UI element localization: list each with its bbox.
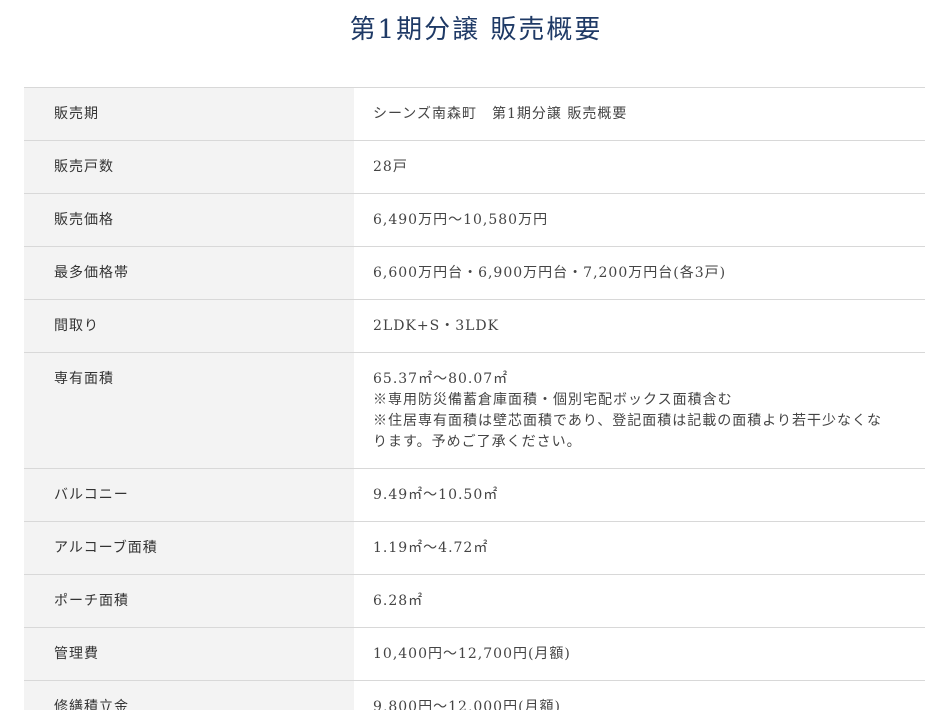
- row-label-porch-area: ポーチ面積: [24, 574, 354, 628]
- row-label-repair-reserve: 修繕積立金: [24, 680, 354, 710]
- row-value-management-fee: 10,400円〜12,700円(月額): [354, 627, 925, 681]
- row-value-balcony: 9.49㎡〜10.50㎡: [354, 468, 925, 522]
- row-value-porch-area: 6.28㎡: [354, 574, 925, 628]
- value-line: シーンズ南森町 第1期分譲 販売概要: [373, 106, 628, 122]
- table-row: 最多価格帯 6,600万円台・6,900万円台・7,200万円台(各3戸): [24, 246, 925, 300]
- row-value-floor-plan: 2LDK+S・3LDK: [354, 299, 925, 353]
- row-label-floor-area: 専有面積: [24, 352, 354, 469]
- row-label-price: 販売価格: [24, 193, 354, 247]
- row-label-sales-period: 販売期: [24, 87, 354, 141]
- row-value-repair-reserve: 9,800円〜12,000円(月額): [354, 680, 925, 710]
- value-line: 6,600万円台・6,900万円台・7,200万円台(各3戸): [373, 265, 727, 281]
- row-value-floor-area: 65.37㎡〜80.07㎡ ※専用防災備蓄倉庫面積・個別宅配ボックス面積含む ※…: [354, 352, 925, 469]
- row-value-unit-count: 28戸: [354, 140, 925, 194]
- value-line: 2LDK+S・3LDK: [373, 318, 500, 334]
- row-value-most-common-price: 6,600万円台・6,900万円台・7,200万円台(各3戸): [354, 246, 925, 300]
- row-label-most-common-price: 最多価格帯: [24, 246, 354, 300]
- row-value-alcove-area: 1.19㎡〜4.72㎡: [354, 521, 925, 575]
- page-title: 第1期分譲 販売概要: [349, 15, 603, 45]
- row-label-management-fee: 管理費: [24, 627, 354, 681]
- value-line: 28戸: [373, 159, 408, 175]
- row-value-price: 6,490万円〜10,580万円: [354, 193, 925, 247]
- table-row: 管理費 10,400円〜12,700円(月額): [24, 627, 925, 681]
- value-line: 9,800円〜12,000円(月額): [373, 699, 561, 710]
- table-row: 販売価格 6,490万円〜10,580万円: [24, 193, 925, 247]
- value-note: ※住居専有面積は壁芯面積であり、登記面積は記載の面積より若干少なくなります。予め…: [373, 413, 883, 450]
- table-row: 販売期 シーンズ南森町 第1期分譲 販売概要: [24, 87, 925, 141]
- row-value-sales-period: シーンズ南森町 第1期分譲 販売概要: [354, 87, 925, 141]
- table-row: ポーチ面積 6.28㎡: [24, 574, 925, 628]
- value-line: 6,490万円〜10,580万円: [373, 212, 549, 228]
- value-line: 10,400円〜12,700円(月額): [373, 646, 571, 662]
- value-line: 65.37㎡〜80.07㎡: [373, 371, 509, 387]
- value-line: 6.28㎡: [373, 593, 424, 609]
- row-label-unit-count: 販売戸数: [24, 140, 354, 194]
- value-line: 9.49㎡〜10.50㎡: [373, 487, 499, 503]
- row-label-floor-plan: 間取り: [24, 299, 354, 353]
- row-label-balcony: バルコニー: [24, 468, 354, 522]
- value-line: 1.19㎡〜4.72㎡: [373, 540, 489, 556]
- table-row: 間取り 2LDK+S・3LDK: [24, 299, 925, 353]
- table-row: 専有面積 65.37㎡〜80.07㎡ ※専用防災備蓄倉庫面積・個別宅配ボックス面…: [24, 352, 925, 469]
- table-row: 販売戸数 28戸: [24, 140, 925, 194]
- table-row: バルコニー 9.49㎡〜10.50㎡: [24, 468, 925, 522]
- table-row: アルコーブ面積 1.19㎡〜4.72㎡: [24, 521, 925, 575]
- sales-overview-table: 販売期 シーンズ南森町 第1期分譲 販売概要 販売戸数 28戸 販売価格 6,4…: [24, 87, 925, 710]
- value-note: ※専用防災備蓄倉庫面積・個別宅配ボックス面積含む: [373, 392, 733, 408]
- row-label-alcove-area: アルコーブ面積: [24, 521, 354, 575]
- table-row: 修繕積立金 9,800円〜12,000円(月額): [24, 680, 925, 710]
